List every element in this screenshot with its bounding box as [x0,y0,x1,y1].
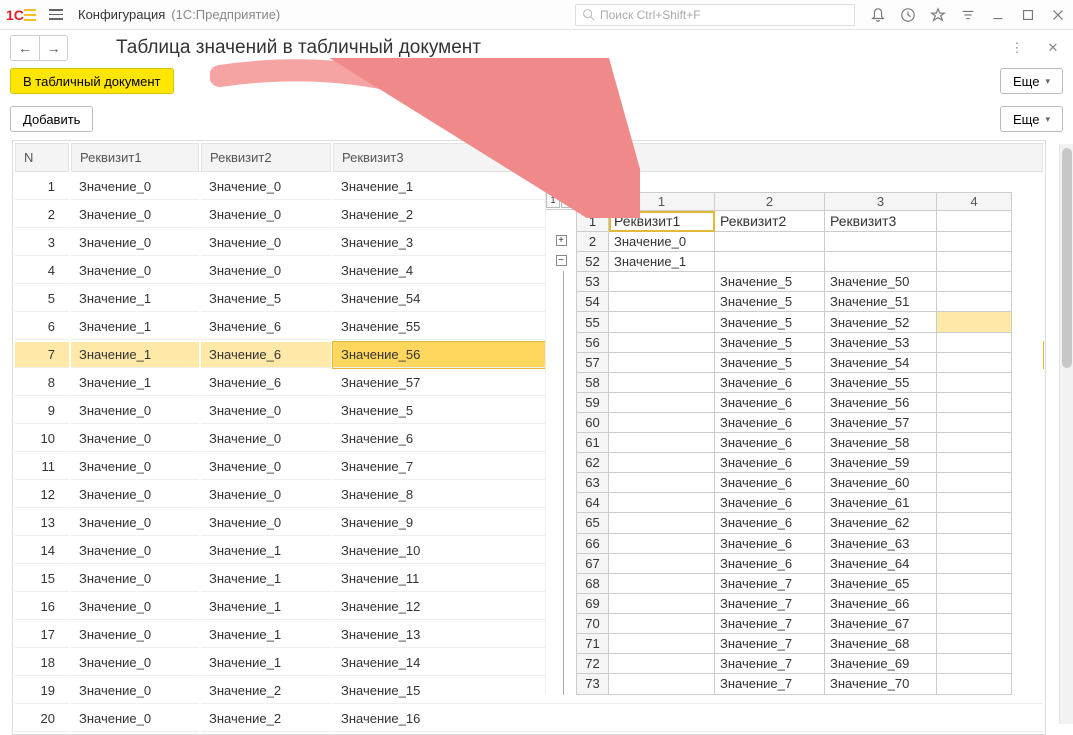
outline-level-1[interactable]: 1 [546,192,560,208]
col-head-1[interactable]: 1 [609,193,715,211]
sheet-row[interactable]: 59Значение_6Значение_56 [577,392,1012,412]
spreadsheet[interactable]: 1 2 3 4 1Реквизит1Реквизит2Реквизит32Зна… [576,192,1012,695]
sheet-row[interactable]: 72Значение_7Значение_69 [577,654,1012,674]
sheet-row[interactable]: 66Значение_6Значение_63 [577,533,1012,553]
outline-expand-icon[interactable]: + [556,235,567,246]
sheet-row[interactable]: 53Значение_5Значение_50 [577,272,1012,292]
sheet-row[interactable]: 54Значение_5Значение_51 [577,292,1012,312]
outline-level-2[interactable]: 2 [561,192,575,208]
search-input[interactable]: Поиск Ctrl+Shift+F [575,4,855,26]
sheet-row[interactable]: 68Значение_7Значение_65 [577,573,1012,593]
svg-text:1C: 1C [6,7,24,23]
sheet-row[interactable]: 56Значение_5Значение_53 [577,332,1012,352]
sheet-row[interactable]: 58Значение_6Значение_55 [577,372,1012,392]
sheet-row[interactable]: 57Значение_5Значение_54 [577,352,1012,372]
app-title: Конфигурация(1С:Предприятие) [78,7,280,22]
add-button[interactable]: Добавить [10,106,93,132]
vertical-scrollbar[interactable] [1059,144,1073,724]
sheet-row[interactable]: 69Значение_7Значение_66 [577,593,1012,613]
nav-forward-button[interactable]: → [39,36,67,60]
col-r3[interactable]: Реквизит3 [333,143,1043,172]
sheet-row[interactable]: 61Значение_6Значение_58 [577,433,1012,453]
spreadsheet-panel: 1 2 + − 1 2 3 4 1Реквизит1Реквизит2Реквиз… [545,192,1043,695]
to-spreadsheet-button[interactable]: В табличный документ [10,68,174,94]
nav-back-button[interactable]: ← [11,36,39,60]
col-n[interactable]: N [15,143,69,172]
sheet-row[interactable]: 70Значение_7Значение_67 [577,613,1012,633]
toolbar-1: В табличный документ Еще [0,66,1073,100]
sheet-row[interactable]: 67Значение_6Значение_64 [577,553,1012,573]
filter-icon[interactable] [959,6,977,24]
table-row[interactable]: 20Значение_0Значение_2Значение_16 [15,706,1043,732]
col-head-2[interactable]: 2 [715,193,825,211]
col-r2[interactable]: Реквизит2 [201,143,331,172]
sheet-row[interactable]: 55Значение_5Значение_52 [577,312,1012,332]
more-button-1[interactable]: Еще [1000,68,1063,94]
sheet-row[interactable]: 65Значение_6Значение_62 [577,513,1012,533]
sheet-row[interactable]: 60Значение_6Значение_57 [577,412,1012,432]
col-r1[interactable]: Реквизит1 [71,143,199,172]
col-head-4[interactable]: 4 [937,193,1012,211]
subheader: ← → Таблица значений в табличный докумен… [0,30,1073,66]
sheet-row[interactable]: 71Значение_7Значение_68 [577,633,1012,653]
main-area: N Реквизит1 Реквизит2 Реквизит3 1Значени… [0,140,1073,720]
outline-gutter: 1 2 + − [546,192,576,695]
page-title: Таблица значений в табличный документ [116,37,481,59]
sheet-row[interactable]: 63Значение_6Значение_60 [577,473,1012,493]
sheet-row[interactable]: 73Значение_7Значение_70 [577,674,1012,694]
close-tab-icon[interactable]: ✕ [1043,38,1063,58]
menu-icon[interactable] [44,3,68,27]
corner-cell[interactable] [577,193,609,211]
sheet-row[interactable]: 52Значение_1 [577,252,1012,272]
sheet-row[interactable]: 64Значение_6Значение_61 [577,493,1012,513]
titlebar: 1C Конфигурация(1С:Предприятие) Поиск Ct… [0,0,1073,30]
history-icon[interactable] [899,6,917,24]
toolbar-2: Добавить Еще [0,100,1073,140]
kebab-icon[interactable]: ⋮ [1007,38,1027,58]
close-icon[interactable] [1049,6,1067,24]
star-icon[interactable] [929,6,947,24]
nav-buttons: ← → [10,35,68,61]
bell-icon[interactable] [869,6,887,24]
outline-collapse-icon[interactable]: − [556,255,567,266]
col-head-3[interactable]: 3 [825,193,937,211]
logo-1c: 1C [6,5,38,25]
maximize-icon[interactable] [1019,6,1037,24]
more-button-2[interactable]: Еще [1000,106,1063,132]
sheet-row[interactable]: 62Значение_6Значение_59 [577,453,1012,473]
sheet-row[interactable]: 2Значение_0 [577,232,1012,252]
sheet-header-row[interactable]: 1Реквизит1Реквизит2Реквизит3 [577,211,1012,232]
minimize-icon[interactable] [989,6,1007,24]
